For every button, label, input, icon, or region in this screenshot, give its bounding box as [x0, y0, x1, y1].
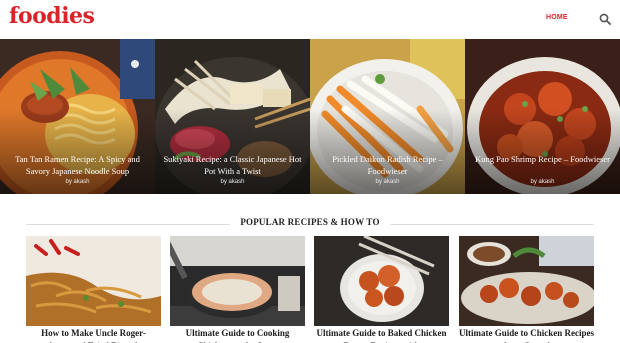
popular-recipes: How to Make Uncle Roger-Approved Fried R…: [26, 236, 594, 343]
section-title: POPULAR RECIPES & HOW TO: [240, 217, 380, 227]
baked-chicken-image: [314, 236, 449, 326]
featured-card[interactable]: Kung Pao Shrimp Recipe – Foodwieser by a…: [465, 39, 620, 194]
featured-card[interactable]: Tan Tan Ramen Recipe: A Spicy and Savory…: [0, 39, 155, 194]
site-logo[interactable]: foodies: [9, 3, 95, 29]
featured-title[interactable]: Kung Pao Shrimp Recipe – Foodwieser: [471, 153, 614, 165]
featured-title[interactable]: Sukiyaki Recipe: a Classic Japanese Hot …: [161, 153, 304, 177]
featured-card[interactable]: Sukiyaki Recipe: a Classic Japanese Hot …: [155, 39, 310, 194]
recipe-card[interactable]: Ultimate Guide to Chicken Recipes for a …: [459, 236, 594, 343]
featured-author: by akash: [65, 179, 90, 185]
featured-author: by akash: [375, 179, 400, 185]
search-icon[interactable]: [599, 13, 611, 25]
chicken-crowd-image: [459, 236, 594, 326]
recipe-card[interactable]: Ultimate Guide to Cooking Chicken on the…: [170, 236, 305, 343]
nav-home-link[interactable]: HOME: [546, 14, 568, 21]
stovetop-chicken-image: [170, 236, 305, 326]
recipe-title[interactable]: Ultimate Guide to Baked Chicken Breast R…: [314, 327, 449, 343]
featured-author: by akash: [530, 179, 555, 185]
recipe-title[interactable]: How to Make Uncle Roger-Approved Fried R…: [26, 327, 161, 343]
recipe-card[interactable]: How to Make Uncle Roger-Approved Fried R…: [26, 236, 161, 343]
recipe-title[interactable]: Ultimate Guide to Cooking Chicken on the…: [170, 327, 305, 343]
fried-rice-image: [26, 236, 161, 326]
recipe-title[interactable]: Ultimate Guide to Chicken Recipes for a …: [459, 327, 594, 343]
featured-card[interactable]: Pickled Daikon Radish Recipe – Foodwiese…: [310, 39, 465, 194]
featured-title[interactable]: Pickled Daikon Radish Recipe – Foodwiese…: [316, 153, 459, 177]
popular-section-heading: POPULAR RECIPES & HOW TO: [26, 217, 594, 231]
site-header: foodies HOME: [0, 0, 620, 38]
featured-recipes: Tan Tan Ramen Recipe: A Spicy and Savory…: [0, 39, 620, 194]
recipe-card[interactable]: Ultimate Guide to Baked Chicken Breast R…: [314, 236, 449, 343]
featured-author: by akash: [220, 179, 245, 185]
featured-title[interactable]: Tan Tan Ramen Recipe: A Spicy and Savory…: [6, 153, 149, 177]
